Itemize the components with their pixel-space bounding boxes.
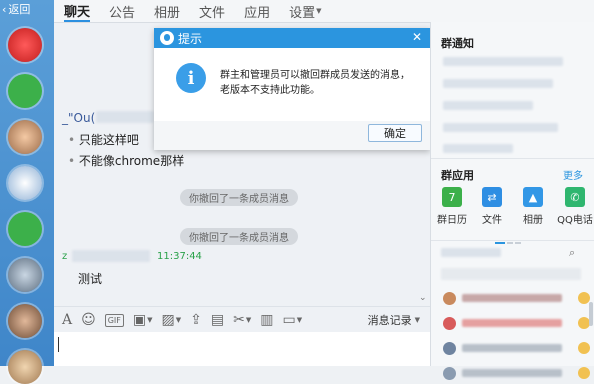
sender-name: _"Ou( bbox=[62, 111, 96, 125]
prompt-dialog: 提示 ✕ i 群主和管理员可以撤回群成员发送的消息，老版本不支持此功能。 确定 bbox=[154, 28, 430, 150]
avatar[interactable] bbox=[8, 166, 42, 200]
member-row[interactable] bbox=[443, 365, 593, 381]
notice-item[interactable] bbox=[443, 123, 558, 132]
tab-label: 文件 bbox=[199, 5, 226, 21]
avatar[interactable] bbox=[8, 28, 42, 62]
member-row[interactable] bbox=[443, 315, 593, 331]
member-search-input[interactable] bbox=[441, 268, 581, 280]
dialog-title: 提示 bbox=[178, 31, 203, 46]
sender-name-blurred bbox=[72, 250, 150, 262]
info-icon: i bbox=[176, 63, 206, 93]
recall-notice: 你撤回了一条成员消息 bbox=[180, 189, 298, 206]
notice-item[interactable] bbox=[443, 79, 553, 88]
tab-chat[interactable]: 聊天 bbox=[64, 0, 91, 22]
member-row[interactable] bbox=[443, 290, 593, 306]
tab-label: 应用 bbox=[244, 5, 271, 21]
back-label: 返回 bbox=[8, 3, 31, 16]
message-line: • 不能像chrome那样 bbox=[68, 154, 185, 168]
avatar[interactable] bbox=[8, 350, 42, 384]
member-header bbox=[441, 248, 501, 257]
pager-dots bbox=[495, 233, 525, 244]
notice-item[interactable] bbox=[443, 101, 533, 110]
message-line: • 只能这样吧 bbox=[68, 133, 139, 147]
sender-name-blurred bbox=[96, 111, 154, 123]
dialog-footer: 确定 bbox=[154, 121, 430, 150]
history-button[interactable]: 消息记录 ▼ bbox=[368, 312, 420, 328]
more-link[interactable]: 更多 bbox=[563, 167, 583, 182]
dialog-titlebar: 提示 ✕ bbox=[154, 28, 430, 48]
chevron-left-icon: ‹ bbox=[2, 2, 7, 16]
font-icon[interactable]: A bbox=[62, 312, 72, 328]
scissors-icon[interactable]: ✂ ▼ bbox=[233, 312, 251, 328]
back-button[interactable]: ‹ 返回 bbox=[0, 0, 54, 18]
app-qq-call[interactable]: ✆ QQ电话 bbox=[555, 187, 594, 226]
gift-icon[interactable]: ▤ bbox=[211, 312, 224, 328]
search-icon[interactable]: ⌕ bbox=[569, 246, 575, 260]
dialog-message: 群主和管理员可以撤回群成员发送的消息，老版本不支持此功能。 bbox=[220, 70, 410, 96]
phone-icon: ✆ bbox=[565, 187, 585, 207]
divider bbox=[431, 158, 594, 159]
tab-label: 公告 bbox=[109, 5, 136, 21]
avatar[interactable] bbox=[8, 304, 42, 338]
message-text: 测试 bbox=[78, 272, 103, 286]
document-icon[interactable]: ▥ bbox=[260, 312, 273, 328]
divider bbox=[431, 240, 594, 241]
tab-label: 设置 bbox=[289, 5, 316, 21]
message-input[interactable] bbox=[54, 332, 430, 366]
caret-down-icon: ▼ bbox=[316, 7, 322, 15]
upload-icon[interactable]: ⇪ bbox=[190, 312, 202, 328]
avatar[interactable] bbox=[8, 258, 42, 292]
avatar[interactable] bbox=[8, 74, 42, 108]
scrollbar[interactable] bbox=[589, 302, 593, 326]
notice-item[interactable] bbox=[443, 144, 513, 153]
tab-label: 相册 bbox=[154, 5, 181, 21]
app-album[interactable]: ▲ 相册 bbox=[516, 187, 550, 226]
tab-apps[interactable]: 应用 bbox=[244, 0, 270, 22]
emoji-icon[interactable]: ☺ bbox=[81, 312, 96, 328]
tab-files[interactable]: 文件 bbox=[199, 0, 225, 22]
gif-icon[interactable]: GIF bbox=[104, 313, 124, 327]
tab-bar: 聊天 公告 相册 文件 应用 设置 ▼ bbox=[54, 0, 594, 23]
group-apps-title: 群应用 bbox=[441, 169, 474, 182]
right-panel: 群通知 群应用 更多 7 群日历 ⇄ 文件 ▲ 相册 ✆ QQ电话 ⌕ bbox=[430, 22, 594, 380]
image-icon[interactable]: ▨ ▼ bbox=[162, 312, 182, 328]
close-icon[interactable]: ✕ bbox=[412, 30, 422, 44]
avatar[interactable] bbox=[8, 120, 42, 154]
app-calendar[interactable]: 7 群日历 bbox=[435, 187, 469, 226]
notice-item[interactable] bbox=[443, 57, 563, 66]
sender-name: z bbox=[62, 251, 68, 262]
tab-settings[interactable]: 设置 ▼ bbox=[289, 0, 321, 22]
tab-announcement[interactable]: 公告 bbox=[109, 0, 135, 22]
recall-notice: 你撤回了一条成员消息 bbox=[180, 228, 298, 245]
tab-album[interactable]: 相册 bbox=[154, 0, 180, 22]
conversation-strip: ‹ 返回 bbox=[0, 0, 54, 384]
app-files[interactable]: ⇄ 文件 bbox=[475, 187, 509, 226]
ok-button[interactable]: 确定 bbox=[368, 124, 422, 142]
group-notice-title: 群通知 bbox=[441, 37, 474, 50]
tab-label: 聊天 bbox=[64, 4, 91, 20]
scroll-down-icon[interactable]: ⌄ bbox=[419, 293, 427, 303]
shake-icon[interactable]: ▣ ▼ bbox=[133, 312, 153, 328]
message-time: 11:37:44 bbox=[157, 251, 202, 262]
avatar[interactable] bbox=[8, 212, 42, 246]
text-cursor bbox=[58, 337, 59, 352]
screen-share-icon[interactable]: ▭ ▼ bbox=[282, 312, 302, 328]
input-toolbar: A ☺ GIF ▣ ▼ ▨ ▼ ⇪ ▤ ✂ ▼ ▥ ▭ ▼ 消息记录 ▼ bbox=[54, 306, 430, 333]
qq-penguin-icon bbox=[160, 31, 174, 45]
member-row[interactable] bbox=[443, 340, 593, 356]
album-icon: ▲ bbox=[523, 187, 543, 207]
calendar-icon: 7 bbox=[442, 187, 462, 207]
file-icon: ⇄ bbox=[482, 187, 502, 207]
